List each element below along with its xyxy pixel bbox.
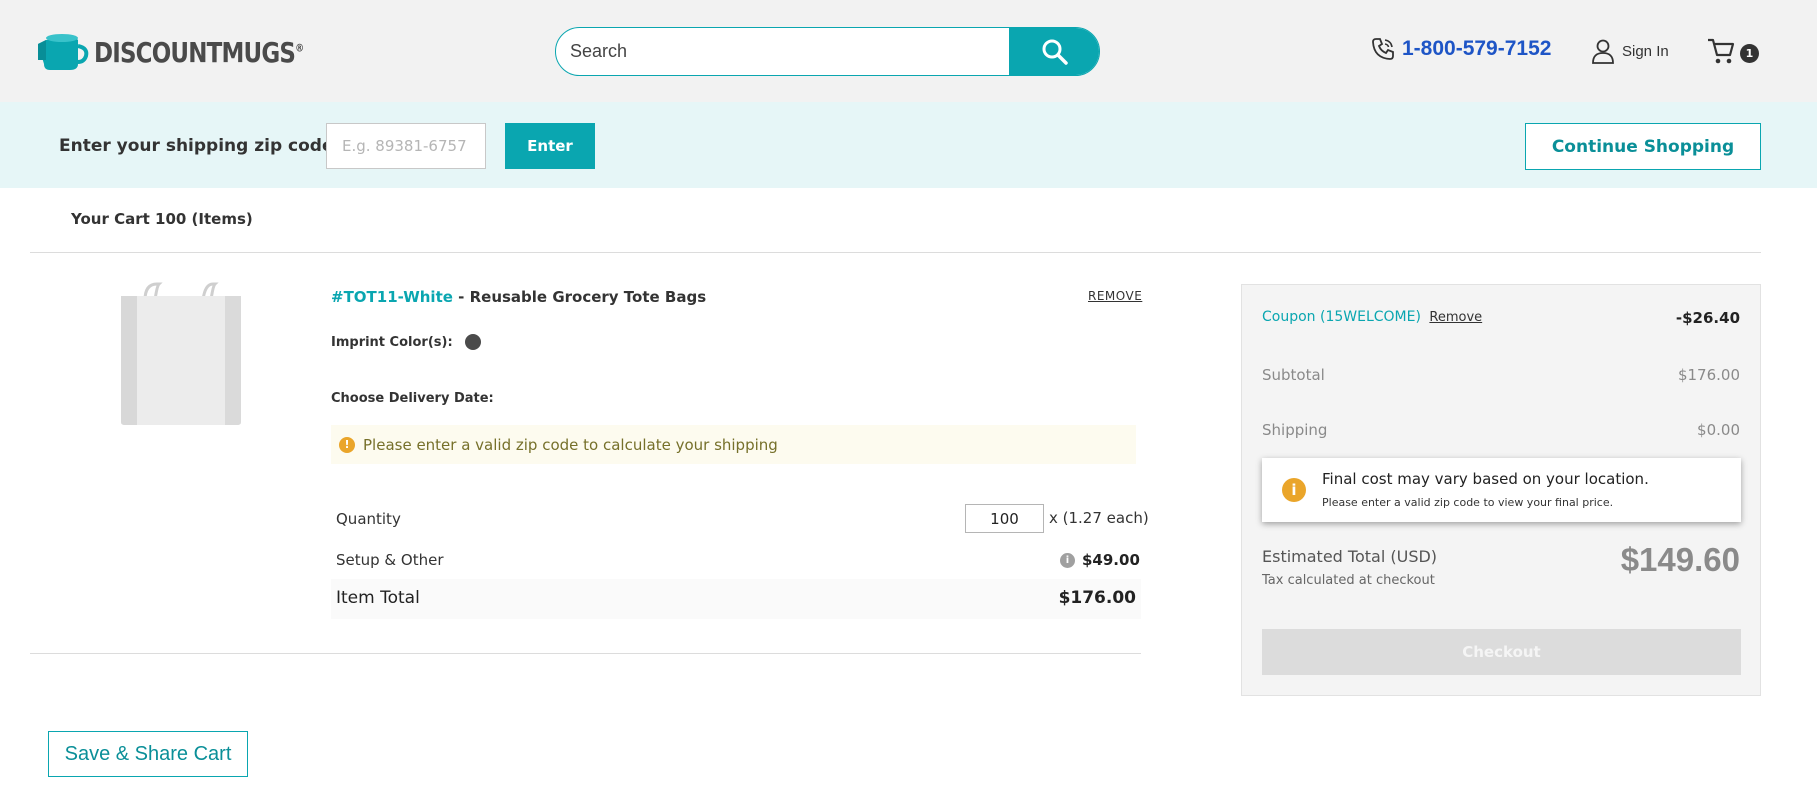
divider [30, 653, 1141, 654]
tax-note: Tax calculated at checkout [1262, 573, 1435, 588]
coupon-label: Coupon (15WELCOME) [1262, 309, 1421, 325]
quantity-input[interactable] [965, 504, 1044, 533]
zip-enter-button[interactable]: Enter [505, 123, 595, 169]
phone-icon [1372, 38, 1394, 60]
cart-title: Your Cart 100 (Items) [71, 210, 253, 228]
logo[interactable]: DISCOUNTMUGS® [34, 30, 349, 74]
subtotal-value: $176.00 [1677, 366, 1740, 384]
checkout-button[interactable]: Checkout [1262, 629, 1741, 675]
remove-item-link[interactable]: REMOVE [1088, 289, 1142, 303]
item-total-label: Item Total [336, 588, 420, 608]
estimated-total-label: Estimated Total (USD) [1262, 547, 1438, 566]
item-total-value: $176.00 [1058, 588, 1136, 608]
site-header: DISCOUNTMUGS® 1-800-579-7152 Sign In [0, 0, 1817, 102]
each-price: x (1.27 each) [1049, 509, 1149, 527]
product-image[interactable] [117, 282, 245, 428]
title-separator: - [452, 288, 470, 306]
imprint-color-swatch [464, 334, 481, 350]
continue-shopping-button[interactable]: Continue Shopping [1525, 123, 1761, 170]
setup-label: Setup & Other [336, 551, 444, 569]
zip-label: Enter your shipping zip code: [59, 136, 341, 156]
product-title: #TOT11-White - Reusable Grocery Tote Bag… [331, 288, 706, 306]
zip-bar: Enter your shipping zip code: Enter Cont… [0, 102, 1817, 188]
coupon-line: Coupon (15WELCOME) Remove [1262, 309, 1482, 325]
delivery-date-label: Choose Delivery Date: [331, 391, 494, 406]
coupon-value: -$26.40 [1675, 309, 1740, 327]
cart-button[interactable]: 1 [1706, 36, 1759, 68]
shipping-value: $0.00 [1697, 421, 1740, 439]
sign-in-label[interactable]: Sign In [1622, 43, 1669, 60]
location-notice: i Final cost may vary based on your loca… [1262, 458, 1741, 522]
search-input[interactable] [556, 28, 1009, 75]
cart-icon [1708, 38, 1735, 64]
search-icon [1042, 39, 1068, 65]
zip-warning: ! Please enter a valid zip code to calcu… [331, 425, 1136, 464]
user-icon [1592, 39, 1614, 64]
logo-text: DISCOUNTMUGS® [94, 35, 304, 69]
notice-title: Final cost may vary based on your locati… [1322, 470, 1649, 488]
divider [30, 252, 1761, 253]
warning-icon: i [1282, 478, 1306, 502]
order-summary: Coupon (15WELCOME) Remove -$26.40 Subtot… [1241, 284, 1761, 696]
subtotal-label: Subtotal [1262, 366, 1325, 384]
phone-link[interactable]: 1-800-579-7152 [1370, 36, 1551, 62]
product-sku-link[interactable]: #TOT11-White [331, 288, 453, 306]
product-name: Reusable Grocery Tote Bags [469, 288, 707, 306]
notice-subtext: Please enter a valid zip code to view yo… [1322, 496, 1614, 509]
shipping-label: Shipping [1262, 421, 1328, 439]
zip-warning-text: Please enter a valid zip code to calcula… [363, 435, 778, 454]
estimated-total-value: $149.60 [1620, 541, 1740, 578]
info-icon[interactable]: i [1060, 552, 1075, 568]
imprint-colors: Imprint Color(s): [331, 334, 481, 350]
setup-value: i $49.00 [1060, 551, 1140, 569]
phone-number[interactable]: 1-800-579-7152 [1402, 37, 1551, 61]
quantity-label: Quantity [336, 510, 401, 528]
warning-icon: ! [339, 436, 355, 453]
mug-logo-icon [34, 30, 90, 74]
setup-amount: $49.00 [1082, 551, 1140, 569]
search-button[interactable] [1009, 28, 1099, 75]
coupon-remove-link[interactable]: Remove [1429, 310, 1482, 325]
imprint-label: Imprint Color(s): [331, 334, 453, 350]
search-bar [555, 27, 1100, 76]
cart-count-badge: 1 [1740, 44, 1759, 63]
sign-in-link[interactable]: Sign In [1590, 38, 1669, 64]
zip-input[interactable] [326, 123, 486, 169]
save-share-cart-button[interactable]: Save & Share Cart [48, 731, 248, 777]
item-total-row: Item Total $176.00 [331, 579, 1141, 619]
